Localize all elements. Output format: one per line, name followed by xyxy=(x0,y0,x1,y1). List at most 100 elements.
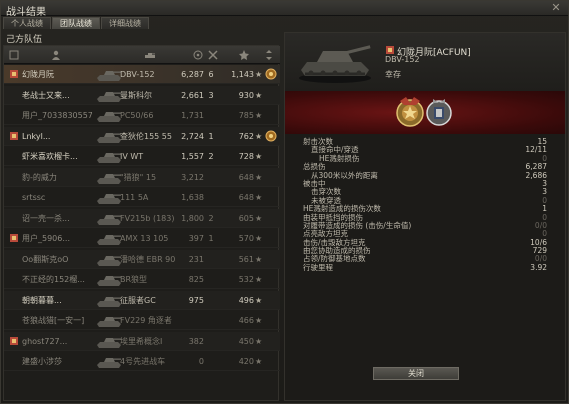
stat-value: 3.92 xyxy=(530,262,547,272)
tank-thumbnail-icon xyxy=(97,214,121,225)
tank-thumbnail-icon xyxy=(97,255,121,266)
experience-value: 648 xyxy=(238,172,254,182)
tank-icon[interactable] xyxy=(144,49,156,61)
table-row[interactable]: ghost727... 埃里希概念I 382 450 ★ xyxy=(4,331,280,351)
damage-value: 825 xyxy=(188,275,204,284)
player-name[interactable]: 虾米喜欢榴卡... xyxy=(22,151,92,162)
player-name[interactable]: 诏一壳一杀... xyxy=(22,213,92,224)
medal-band xyxy=(285,91,565,134)
star-icon: ★ xyxy=(255,357,263,366)
table-row[interactable]: 豹-的威力 "猎狼" 15 3,212 648 ★ xyxy=(4,167,280,187)
tank-thumbnail-icon xyxy=(97,153,121,163)
achievement-icon[interactable] xyxy=(265,68,277,80)
player-name[interactable]: 不正经的152榴... xyxy=(22,274,92,285)
experience-value: 466 xyxy=(238,316,254,325)
player-name[interactable]: Lnkyl... xyxy=(22,131,92,142)
tank-thumbnail-icon xyxy=(97,132,121,143)
table-row[interactable]: 老战士又来... 曼斯科尔 2,661 3 930 ★ xyxy=(4,85,280,105)
tank-thumbnail-icon xyxy=(97,317,121,327)
table-row[interactable]: 虾米喜欢榴卡... IV WT 1,557 2 728 ★ xyxy=(4,147,280,166)
tank-name: FV229 角逐者 xyxy=(120,316,172,325)
tank-name: BR狼型 xyxy=(120,275,148,284)
kills-value: 2 xyxy=(208,152,214,161)
table-row[interactable]: 建盛小涉莎 4号先进战车 0 420 ★ xyxy=(4,352,280,371)
silver-medal-icon[interactable] xyxy=(425,95,453,129)
player-name[interactable]: 幻陇月阮 xyxy=(22,69,92,80)
player-detail-panel: 幻陇月阮[ACFUN] DBV-152 幸存 射击次数 15 直接命中/穿透 12/1… xyxy=(284,32,566,401)
stat-row: 从300米以外的距离 2,686 xyxy=(285,171,565,180)
experience-value: 1,143 xyxy=(231,70,254,79)
platoon-icon[interactable] xyxy=(8,49,20,61)
player-icon[interactable] xyxy=(50,49,62,61)
damage-value: 382 xyxy=(188,336,204,346)
damage-value: 975 xyxy=(188,295,204,305)
sort-icon[interactable] xyxy=(263,49,275,61)
table-row[interactable]: 不正经的152榴... BR狼型 825 532 ★ xyxy=(4,270,280,289)
tank-name: 4号先进战车 xyxy=(120,357,166,366)
tank-image xyxy=(299,45,371,83)
table-row[interactable]: 苍狼战猎[一安一] FV229 角逐者 466 ★ xyxy=(4,311,280,330)
experience-value: 532 xyxy=(238,275,254,284)
platoon-badge-icon xyxy=(10,131,18,140)
tank-name: AMX 13 105 xyxy=(120,234,169,243)
table-row[interactable]: Lnkyl... 查狄伦155 55 2,724 1 762 ★ xyxy=(4,126,280,146)
kills-value: 1 xyxy=(208,234,214,243)
table-row[interactable]: 用户_70338305570 PC50/66 1,731 785 ★ xyxy=(4,106,280,125)
star-icon: ★ xyxy=(255,111,263,120)
stat-row: HE溅射损伤 0 xyxy=(285,154,565,163)
tab-detail[interactable]: 详细战绩 xyxy=(101,17,149,29)
table-row[interactable]: 朝朝暮暮... 征服者GC 975 496 ★ xyxy=(4,290,280,310)
stats-list: 射击次数 15 直接命中/穿透 12/11 HE溅射损伤 0 总损伤 6,287 从300米以外… xyxy=(285,137,565,272)
player-name[interactable]: 老战士又来... xyxy=(22,90,92,101)
player-name[interactable]: ghost727... xyxy=(22,336,92,347)
table-row[interactable]: srtssc 111 5A 1,638 648 ★ xyxy=(4,188,280,207)
kills-icon[interactable] xyxy=(207,49,219,61)
player-name[interactable]: 苍狼战猎[一安一] xyxy=(22,315,92,326)
damage-value: 1,638 xyxy=(181,193,204,202)
experience-value: 570 xyxy=(238,234,254,243)
experience-value: 496 xyxy=(238,295,254,305)
star-icon: ★ xyxy=(255,172,263,182)
achievement-icon[interactable] xyxy=(265,130,277,142)
table-row[interactable]: Oo翻斯克oO 潘哈德 EBR 90 231 561 ★ xyxy=(4,249,280,269)
table-row[interactable]: 用户_5906... AMX 13 105 397 1 570 ★ xyxy=(4,229,280,248)
damage-value: 2,724 xyxy=(181,131,204,141)
player-name[interactable]: srtssc xyxy=(22,192,92,203)
tab-team[interactable]: 团队战绩 xyxy=(52,17,100,29)
damage-value: 397 xyxy=(188,234,204,243)
experience-value: 728 xyxy=(238,152,254,161)
kills-value: 3 xyxy=(208,90,214,100)
close-button[interactable]: 关闭 xyxy=(373,367,459,380)
damage-value: 0 xyxy=(198,357,204,366)
clan-icon xyxy=(386,46,394,54)
tab-personal[interactable]: 个人战绩 xyxy=(3,17,51,29)
experience-icon[interactable] xyxy=(238,49,250,61)
table-row[interactable]: 诏一壳一杀... FV215b (183) 1,800 2 605 ★ xyxy=(4,208,280,228)
title-bar[interactable]: 战斗结果 ✕ xyxy=(1,1,568,18)
player-name[interactable]: 朝朝暮暮... xyxy=(22,295,92,306)
tank-thumbnail-icon xyxy=(97,358,121,368)
tab-bar: 个人战绩 团队战绩 详细战绩 xyxy=(3,17,149,29)
experience-value: 450 xyxy=(238,336,254,346)
tank-name: IV WT xyxy=(120,152,144,161)
player-name[interactable]: 豹-的威力 xyxy=(22,172,92,183)
tank-thumbnail-icon xyxy=(97,276,121,286)
gold-medal-icon[interactable] xyxy=(394,95,426,129)
table-header xyxy=(4,46,280,64)
player-name[interactable]: 用户_70338305570 xyxy=(22,110,92,121)
star-icon: ★ xyxy=(255,213,263,223)
tank-thumbnail-icon xyxy=(97,235,121,245)
player-name[interactable]: 建盛小涉莎 xyxy=(22,356,92,367)
table-row[interactable]: 幻陇月阮 DBV-152 6,287 6 1,143 ★ xyxy=(4,65,280,84)
damage-value: 1,557 xyxy=(181,152,204,161)
tank-name: 曼斯科尔 xyxy=(120,90,152,100)
kills-value: 6 xyxy=(208,70,214,79)
player-name[interactable]: Oo翻斯克oO xyxy=(22,254,92,265)
close-icon[interactable]: ✕ xyxy=(550,2,562,14)
damage-icon[interactable] xyxy=(192,49,204,61)
experience-value: 785 xyxy=(238,111,254,120)
player-name[interactable]: 用户_5906... xyxy=(22,233,92,244)
tank-thumbnail-icon xyxy=(97,91,121,102)
detail-tank-name: DBV-152 xyxy=(385,55,420,64)
star-icon: ★ xyxy=(255,70,263,79)
